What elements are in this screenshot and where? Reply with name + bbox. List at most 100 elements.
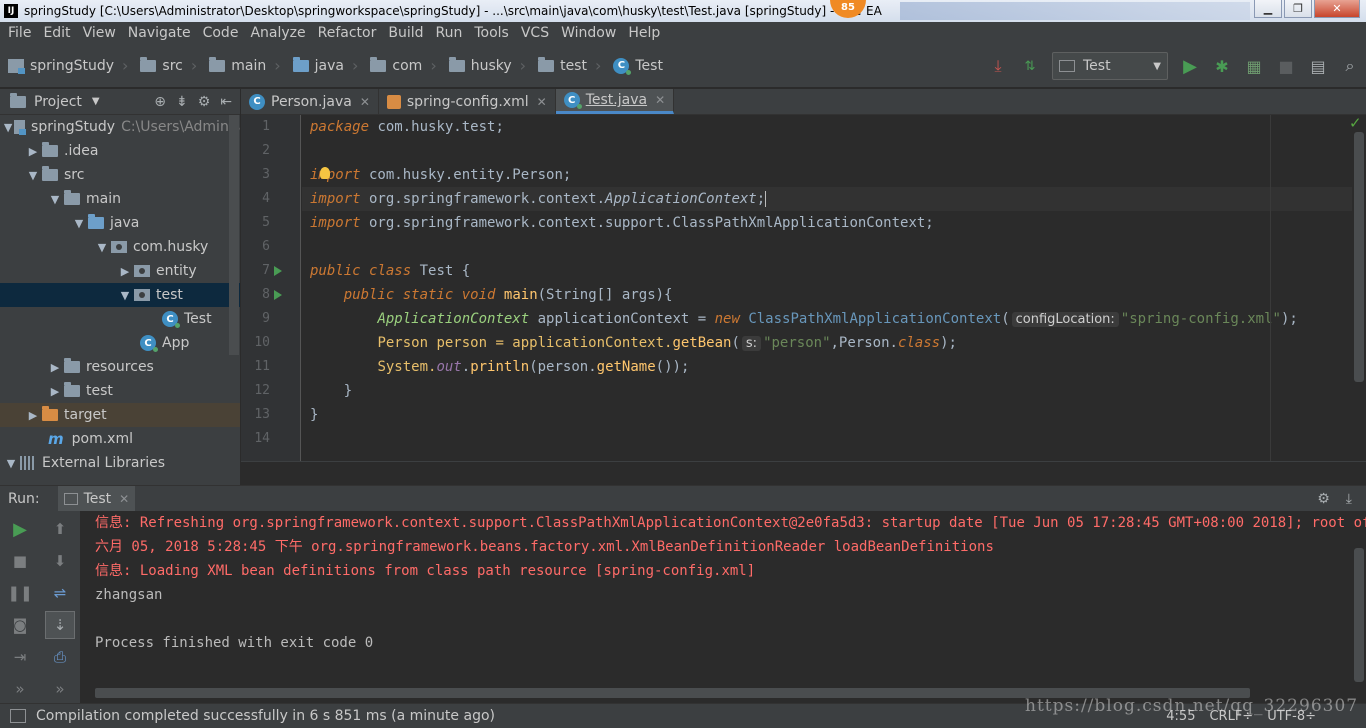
tree-item-main[interactable]: ▼ main (0, 187, 240, 211)
menu-navigate[interactable]: Navigate (122, 25, 197, 41)
lightbulb-icon[interactable] (320, 167, 330, 179)
run-console[interactable]: 信息: Refreshing org.springframework.conte… (80, 511, 1366, 703)
line-number-run-main[interactable]: 8 (241, 283, 300, 307)
collapse-arrow-icon[interactable]: ▶ (46, 385, 64, 398)
tree-item-entity[interactable]: ▶ entity (0, 259, 240, 283)
rerun-icon[interactable]: ▶ (5, 515, 35, 543)
tree-item-java[interactable]: ▼ java (0, 211, 240, 235)
tab-person-java[interactable]: C Person.java ✕ (241, 89, 379, 114)
close-icon[interactable]: ✕ (360, 95, 370, 109)
collapse-arrow-icon[interactable]: ▶ (46, 361, 64, 374)
tree-item-src[interactable]: ▼ src (0, 163, 240, 187)
tree-item-test-package[interactable]: ▼ test (0, 283, 240, 307)
breadcrumb-main[interactable]: main (201, 52, 284, 80)
breadcrumb-test-class[interactable]: C Test (605, 52, 675, 80)
more-icon[interactable]: » (45, 675, 75, 703)
run-tab-test[interactable]: Test ✕ (57, 485, 136, 512)
debug-arrow-icon[interactable]: ⤓ (987, 55, 1009, 77)
tree-item-test-folder[interactable]: ▶ test (0, 379, 240, 403)
stop-icon[interactable]: ■ (5, 547, 35, 575)
tree-item-pom[interactable]: m pom.xml (0, 427, 240, 451)
expand-arrow-icon[interactable]: ▼ (116, 289, 134, 302)
more-icon[interactable]: » (5, 675, 35, 703)
menu-code[interactable]: Code (197, 25, 245, 41)
locate-icon[interactable]: ⊕ (154, 94, 166, 110)
scroll-to-end-icon[interactable]: ⇣ (45, 611, 75, 639)
collapse-all-icon[interactable]: ⇟ (176, 94, 188, 110)
gear-icon[interactable]: ⚙ (198, 94, 211, 110)
hide-panel-icon[interactable]: ⤓ (1346, 491, 1352, 507)
menu-edit[interactable]: Edit (37, 25, 76, 41)
tree-item-com-husky[interactable]: ▼ com.husky (0, 235, 240, 259)
camera-icon[interactable]: ◙ (5, 611, 35, 639)
inspection-ok-icon[interactable]: ✓ (1349, 114, 1362, 132)
expand-arrow-icon[interactable]: ▼ (2, 121, 14, 134)
breadcrumb-springstudy[interactable]: springStudy (0, 52, 132, 80)
search-icon[interactable]: ⌕ (1339, 55, 1361, 77)
menu-analyze[interactable]: Analyze (244, 25, 311, 41)
breadcrumb-com[interactable]: com (362, 52, 440, 80)
menu-run[interactable]: Run (430, 25, 469, 41)
close-icon[interactable]: ✕ (537, 95, 547, 109)
tree-item-test-class[interactable]: C Test (0, 307, 240, 331)
menu-build[interactable]: Build (382, 25, 429, 41)
menu-refactor[interactable]: Refactor (312, 25, 383, 41)
tree-item-resources[interactable]: ▶ resources (0, 355, 240, 379)
collapse-arrow-icon[interactable]: ▶ (24, 409, 42, 422)
tree-item-external-libraries[interactable]: ▼ External Libraries (0, 451, 240, 475)
coverage-icon[interactable]: ▦ (1243, 55, 1265, 77)
tool-windows-icon[interactable] (10, 709, 26, 723)
menu-file[interactable]: File (2, 25, 37, 41)
tab-test-java[interactable]: C Test.java ✕ (555, 89, 675, 114)
tree-item-idea[interactable]: ▶ .idea (0, 139, 240, 163)
run-configuration-select[interactable]: Test ▼ (1052, 52, 1168, 80)
hide-icon[interactable]: ⇤ (220, 94, 232, 110)
close-button[interactable]: ✕ (1314, 0, 1360, 18)
expand-arrow-icon[interactable]: ▼ (24, 169, 42, 182)
close-icon[interactable]: ✕ (655, 93, 665, 107)
gear-icon[interactable]: ⚙ (1317, 491, 1330, 507)
sort-icon[interactable]: ⇅ (1019, 55, 1041, 77)
project-structure-icon[interactable]: ▤ (1307, 55, 1329, 77)
breadcrumb-husky[interactable]: husky (441, 52, 530, 80)
run-gutter-icon[interactable] (274, 266, 282, 276)
tree-item-springstudy[interactable]: ▼ springStudy C:\Users\Adminis (0, 115, 240, 139)
expand-arrow-icon[interactable]: ▼ (70, 217, 88, 230)
collapse-arrow-icon[interactable]: ▶ (116, 265, 134, 278)
run-icon[interactable]: ▶ (1179, 55, 1201, 77)
menu-tools[interactable]: Tools (468, 25, 515, 41)
tree-item-app-class[interactable]: C App (0, 331, 240, 355)
expand-arrow-icon[interactable]: ▼ (46, 193, 64, 206)
tab-spring-config-xml[interactable]: spring-config.xml ✕ (379, 89, 556, 114)
expand-arrow-icon[interactable]: ▼ (2, 457, 20, 470)
chevron-down-icon[interactable]: ▼ (92, 96, 100, 107)
soft-wrap-icon[interactable]: ⇌ (45, 579, 75, 607)
pause-icon[interactable]: ❚❚ (5, 579, 35, 607)
breadcrumb-java[interactable]: java (285, 52, 363, 80)
down-arrow-icon[interactable]: ⬇ (45, 547, 75, 575)
tree-item-target[interactable]: ▶ target (0, 403, 240, 427)
menu-window[interactable]: Window (555, 25, 622, 41)
line-number-run-class[interactable]: 7 (241, 259, 300, 283)
code-editor[interactable]: package com.husky.test; import com.husky… (302, 115, 1352, 461)
expand-arrow-icon[interactable]: ▼ (93, 241, 111, 254)
breadcrumb-src[interactable]: src (132, 52, 201, 80)
console-vertical-scrollbar[interactable] (1354, 548, 1364, 682)
maximize-button[interactable]: ❐ (1284, 0, 1312, 18)
breadcrumb-test[interactable]: test (530, 52, 605, 80)
print-icon[interactable]: ⎙ (45, 643, 75, 671)
exit-icon[interactable]: ⇥ (5, 643, 35, 671)
close-icon[interactable]: ✕ (119, 492, 129, 506)
menu-view[interactable]: View (77, 25, 122, 41)
collapse-arrow-icon[interactable]: ▶ (24, 145, 42, 158)
up-arrow-icon[interactable]: ⬆ (45, 515, 75, 543)
editor-scrollbar[interactable] (1354, 132, 1364, 382)
project-tree-scrollbar[interactable] (229, 115, 239, 355)
run-gutter-icon[interactable] (274, 290, 282, 300)
minimize-button[interactable]: ▁ (1254, 0, 1282, 18)
debug-bug-icon[interactable]: ✱ (1211, 55, 1233, 77)
menu-help[interactable]: Help (622, 25, 666, 41)
stop-icon[interactable]: ■ (1275, 55, 1297, 77)
project-panel-title[interactable]: Project (34, 94, 82, 110)
menu-vcs[interactable]: VCS (515, 25, 555, 41)
